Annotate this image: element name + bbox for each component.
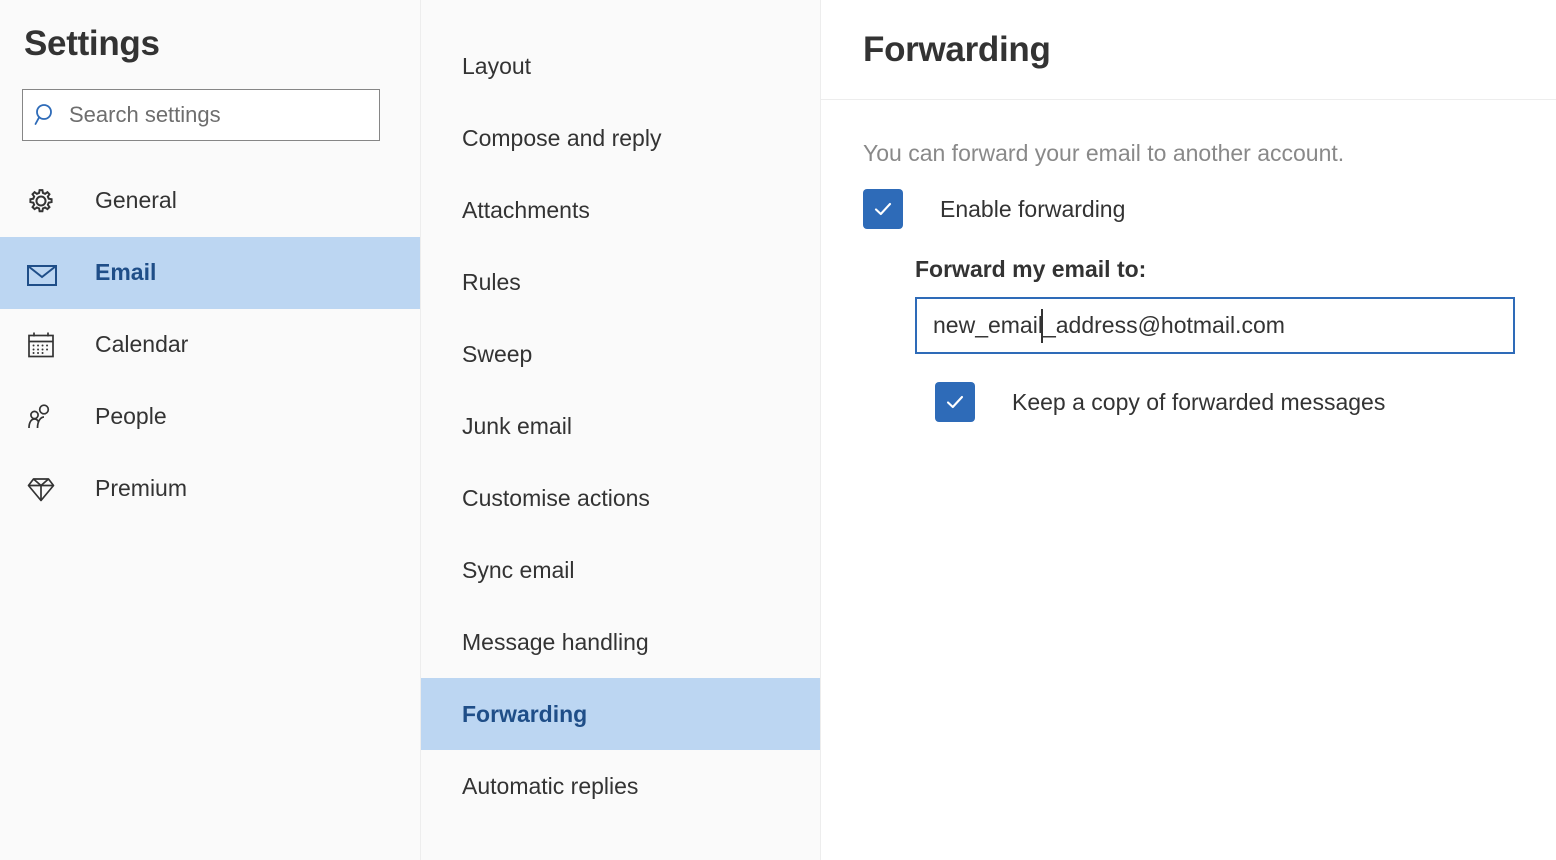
sidebar-item-email[interactable]: Email [0, 236, 420, 309]
keep-copy-label: Keep a copy of forwarded messages [1012, 388, 1386, 415]
nav-item-automatic-replies[interactable]: Automatic replies [421, 750, 820, 822]
nav-item-rules[interactable]: Rules [421, 246, 820, 318]
nav-item-message-handling[interactable]: Message handling [421, 606, 820, 678]
panel-header: Forwarding [821, 0, 1556, 100]
panel-title: Forwarding [863, 29, 1051, 69]
nav-item-compose-and-reply[interactable]: Compose and reply [421, 102, 820, 174]
forward-to-field-block: Forward my email to: [915, 256, 1556, 354]
search-input[interactable] [69, 101, 379, 128]
calendar-icon [24, 328, 72, 362]
diamond-icon [24, 472, 72, 506]
nav-item-sweep[interactable]: Sweep [421, 318, 820, 390]
sidebar-item-label: People [95, 403, 167, 429]
nav-item-attachments[interactable]: Attachments [421, 174, 820, 246]
envelope-icon [24, 255, 72, 291]
sidebar-item-calendar[interactable]: Calendar [0, 309, 420, 381]
nav-item-customise-actions[interactable]: Customise actions [421, 462, 820, 534]
sidebar-item-label: Calendar [95, 331, 189, 357]
enable-forwarding-row[interactable]: Enable forwarding [863, 189, 1556, 229]
settings-sidebar: Settings General [0, 0, 421, 860]
sidebar-item-people[interactable]: People [0, 381, 420, 453]
forward-to-label: Forward my email to: [915, 256, 1147, 282]
forward-to-input-wrapper[interactable] [915, 297, 1515, 354]
forwarding-description: You can forward your email to another ac… [863, 140, 1345, 166]
sidebar-item-label: Email [95, 259, 157, 285]
forwarding-panel: Forwarding You can forward your email to… [821, 0, 1556, 860]
nav-item-sync-email[interactable]: Sync email [421, 534, 820, 606]
sidebar-item-label: Premium [95, 475, 188, 501]
sidebar-item-premium[interactable]: Premium [0, 453, 420, 525]
nav-item-forwarding[interactable]: Forwarding [421, 678, 820, 750]
nav-item-layout[interactable]: Layout [421, 30, 820, 102]
gear-icon [24, 184, 72, 218]
enable-forwarding-checkbox[interactable] [863, 189, 903, 229]
forward-to-input[interactable] [933, 312, 1497, 339]
search-settings-box[interactable] [22, 88, 380, 141]
sidebar-item-general[interactable]: General [0, 165, 420, 237]
page-title: Settings [24, 24, 160, 63]
email-settings-nav: Layout Compose and reply Attachments Rul… [421, 0, 821, 860]
people-icon [24, 400, 72, 434]
panel-body: You can forward your email to another ac… [821, 100, 1556, 422]
sidebar-nav-list: General Email Calendar People Premium [0, 165, 420, 525]
sidebar-item-label: General [95, 187, 177, 213]
text-cursor [1041, 309, 1043, 343]
keep-copy-checkbox[interactable] [935, 382, 975, 422]
nav-item-junk-email[interactable]: Junk email [421, 390, 820, 462]
enable-forwarding-label: Enable forwarding [940, 195, 1126, 222]
keep-copy-row[interactable]: Keep a copy of forwarded messages [935, 382, 1556, 422]
settings-window: Settings General [0, 0, 1556, 860]
search-icon [23, 102, 69, 128]
